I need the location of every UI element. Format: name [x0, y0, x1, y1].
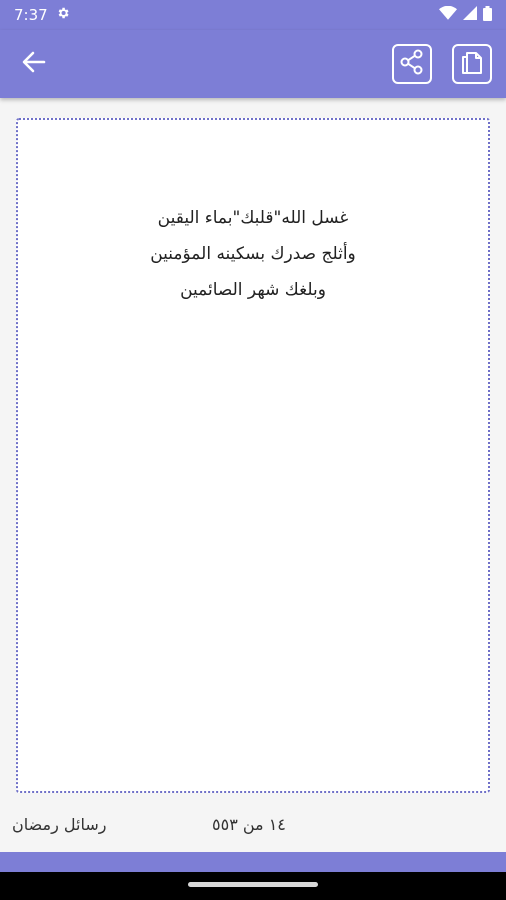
- status-bar: 7:37: [0, 0, 506, 30]
- signal-icon: [463, 6, 477, 24]
- message-line: وأثلج صدرك بسكينه المؤمنين: [150, 244, 356, 264]
- message-text: غسل الله"قلبك"بماء اليقين وأثلج صدرك بسك…: [18, 200, 488, 308]
- category-title: رسائل رمضان: [12, 815, 107, 834]
- arrow-left-icon: [22, 51, 46, 77]
- status-time: 7:37: [14, 6, 48, 24]
- message-counter: ١٤ من ٥٥٣: [212, 815, 286, 834]
- message-line: وبلغك شهر الصائمين: [180, 280, 326, 300]
- app-bar: [0, 30, 506, 98]
- message-card[interactable]: غسل الله"قلبك"بماء اليقين وأثلج صدرك بسك…: [16, 118, 490, 793]
- battery-icon: [483, 5, 492, 25]
- home-handle[interactable]: [188, 882, 318, 887]
- status-icons: [439, 5, 492, 25]
- message-line: غسل الله"قلبك"بماء اليقين: [157, 208, 349, 228]
- gear-icon: [56, 6, 70, 24]
- wifi-icon: [439, 5, 457, 24]
- copy-button[interactable]: [452, 44, 492, 84]
- share-button[interactable]: [392, 44, 432, 84]
- copy-icon: [458, 48, 486, 80]
- back-button[interactable]: [18, 50, 50, 78]
- share-icon: [398, 48, 426, 80]
- bottom-bar: [0, 852, 506, 872]
